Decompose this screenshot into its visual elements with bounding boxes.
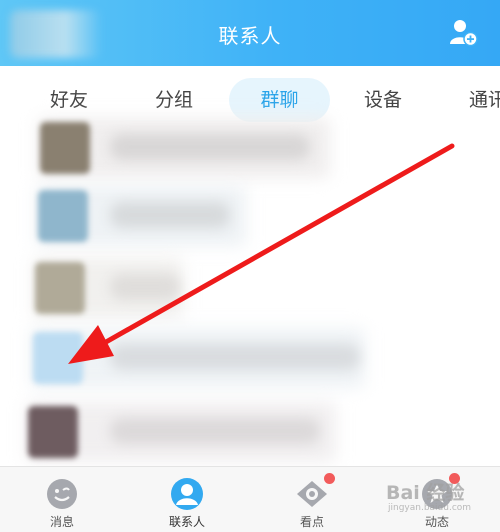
list-item[interactable] <box>0 252 500 322</box>
nav-contacts[interactable]: 联系人 <box>137 467 237 532</box>
watermark: Bai 经验 <box>386 482 465 504</box>
list-item[interactable] <box>0 112 500 182</box>
nav-discover[interactable]: 看点 <box>262 467 362 532</box>
badge-dot <box>324 473 335 484</box>
watermark-subtext: jingyan.baidu.com <box>388 503 472 513</box>
nav-label: 联系人 <box>168 515 205 529</box>
list-item[interactable] <box>0 180 500 250</box>
list-item[interactable] <box>0 396 500 466</box>
group-name <box>110 202 230 228</box>
add-contact-icon[interactable] <box>449 18 479 48</box>
page-title: 联系人 <box>218 24 282 48</box>
group-name <box>110 344 360 370</box>
group-name <box>110 134 310 160</box>
nav-label: 消息 <box>49 515 74 529</box>
nav-label: 看点 <box>299 515 324 529</box>
group-name <box>110 274 180 300</box>
nav-messages[interactable]: 消息 <box>12 467 112 532</box>
nav-label: 动态 <box>424 515 449 529</box>
group-avatar <box>35 262 85 314</box>
group-avatar <box>28 406 78 458</box>
group-avatar <box>38 190 88 242</box>
message-icon <box>47 479 77 509</box>
group-avatar <box>33 332 83 384</box>
group-name <box>110 418 320 444</box>
eye-icon <box>297 481 327 507</box>
contacts-icon <box>171 478 203 510</box>
top-header: 联系人 <box>0 0 500 66</box>
list-item[interactable] <box>0 322 500 392</box>
group-avatar <box>40 122 90 174</box>
